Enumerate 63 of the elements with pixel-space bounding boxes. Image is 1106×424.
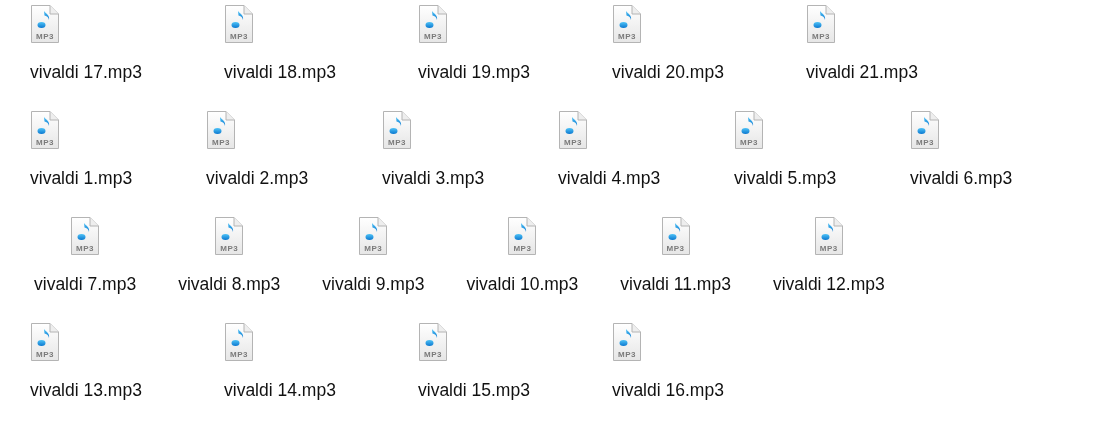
file-type-label: MP3 <box>423 32 443 41</box>
file-type-label: MP3 <box>387 138 407 147</box>
file-name[interactable]: vivaldi 9.mp3 <box>322 273 425 295</box>
music-file-icon[interactable]: MP3 <box>612 4 642 44</box>
file-type-label: MP3 <box>617 350 637 359</box>
file-name[interactable]: vivaldi 18.mp3 <box>224 61 336 83</box>
file-type-label: MP3 <box>665 244 686 253</box>
file-type-label: MP3 <box>75 244 96 253</box>
music-file-icon[interactable]: MP3 <box>418 4 448 44</box>
music-file-icon[interactable]: MP3 <box>70 216 101 256</box>
file-name[interactable]: vivaldi 10.mp3 <box>466 273 579 295</box>
file-name[interactable]: vivaldi 6.mp3 <box>910 167 1013 189</box>
file-name[interactable]: vivaldi 21.mp3 <box>806 61 918 83</box>
file-name[interactable]: vivaldi 16.mp3 <box>612 379 724 401</box>
music-file-icon[interactable]: MP3 <box>806 4 836 44</box>
file-type-label: MP3 <box>35 32 55 41</box>
file-name[interactable]: vivaldi 19.mp3 <box>418 61 530 83</box>
music-file-icon[interactable]: MP3 <box>30 4 60 44</box>
file-type-label: MP3 <box>739 138 759 147</box>
file-name[interactable]: vivaldi 17.mp3 <box>30 61 142 83</box>
file-name[interactable]: vivaldi 4.mp3 <box>558 167 661 189</box>
file-type-label: MP3 <box>818 244 839 253</box>
music-file-icon[interactable]: MP3 <box>507 216 538 256</box>
music-file-icon[interactable]: MP3 <box>734 110 764 150</box>
music-file-icon[interactable]: MP3 <box>30 322 60 362</box>
music-file-icon[interactable]: MP3 <box>558 110 588 150</box>
file-name[interactable]: vivaldi 15.mp3 <box>418 379 530 401</box>
file-name[interactable]: vivaldi 13.mp3 <box>30 379 142 401</box>
file-name[interactable]: vivaldi 5.mp3 <box>734 167 837 189</box>
file-type-label: MP3 <box>219 244 240 253</box>
music-file-icon[interactable]: MP3 <box>910 110 940 150</box>
file-type-label: MP3 <box>229 32 249 41</box>
file-type-label: MP3 <box>229 350 249 359</box>
file-name[interactable]: vivaldi 3.mp3 <box>382 167 485 189</box>
file-type-label: MP3 <box>423 350 443 359</box>
music-file-icon[interactable]: MP3 <box>382 110 412 150</box>
file-name[interactable]: vivaldi 7.mp3 <box>34 273 137 295</box>
file-name[interactable]: vivaldi 2.mp3 <box>206 167 309 189</box>
file-type-label: MP3 <box>35 138 55 147</box>
file-type-label: MP3 <box>512 244 533 253</box>
file-name[interactable]: vivaldi 12.mp3 <box>772 273 885 295</box>
file-type-label: MP3 <box>363 244 384 253</box>
file-name[interactable]: vivaldi 8.mp3 <box>178 273 281 295</box>
file-type-label: MP3 <box>35 350 55 359</box>
music-file-icon[interactable]: MP3 <box>358 216 389 256</box>
music-file-icon[interactable]: MP3 <box>660 216 691 256</box>
music-file-icon[interactable]: MP3 <box>30 110 60 150</box>
file-type-label: MP3 <box>617 32 637 41</box>
music-file-icon[interactable]: MP3 <box>813 216 844 256</box>
file-name[interactable]: vivaldi 20.mp3 <box>612 61 724 83</box>
music-file-icon[interactable]: MP3 <box>214 216 245 256</box>
music-file-icon[interactable]: MP3 <box>206 110 236 150</box>
file-type-label: MP3 <box>811 32 831 41</box>
file-name[interactable]: vivaldi 14.mp3 <box>224 379 336 401</box>
file-type-label: MP3 <box>211 138 231 147</box>
music-file-icon[interactable]: MP3 <box>418 322 448 362</box>
music-file-icon[interactable]: MP3 <box>224 322 254 362</box>
music-file-icon[interactable]: MP3 <box>612 322 642 362</box>
music-file-icon[interactable]: MP3 <box>224 4 254 44</box>
file-type-label: MP3 <box>563 138 583 147</box>
file-name[interactable]: vivaldi 11.mp3 <box>620 273 731 295</box>
file-type-label: MP3 <box>915 138 935 147</box>
file-name[interactable]: vivaldi 1.mp3 <box>30 167 133 189</box>
